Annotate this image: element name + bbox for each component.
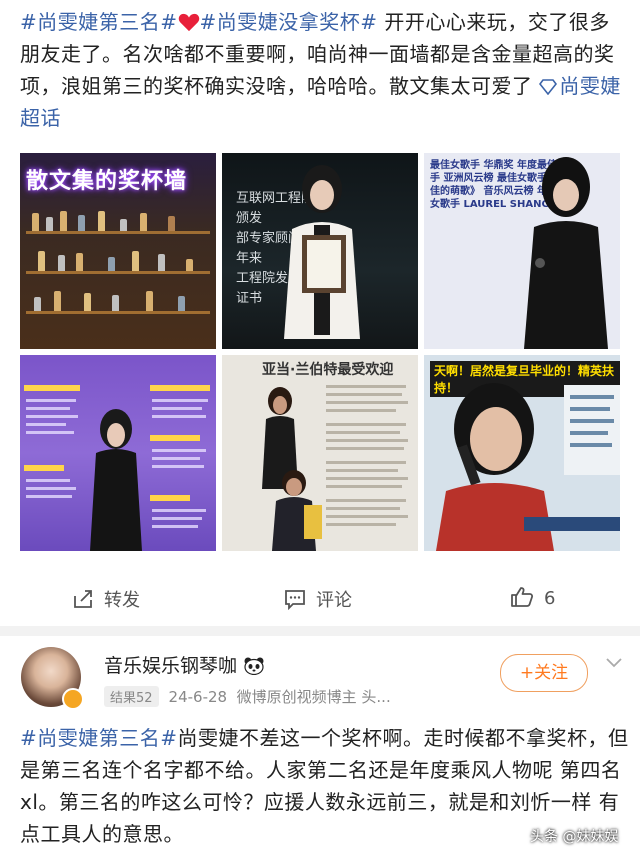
newspaper-headline: 亚当·兰伯特最受欢迎 (262, 362, 394, 378)
trophy-row (28, 209, 208, 231)
section-divider (0, 626, 640, 636)
image-newspaper[interactable]: 亚当·兰伯特最受欢迎 (222, 355, 418, 551)
reply-hashtag[interactable]: #尚雯婕第三名# (20, 726, 178, 750)
comment-button[interactable]: 评论 (284, 586, 352, 612)
username-text: 音乐娱乐钢琴咖 (104, 655, 238, 677)
image-grid: 散文集的奖杯墙 互联网工程院 颁发 部专家顾问证 年来 工程院发出 证书 最佳女… (20, 153, 620, 553)
follow-button[interactable]: +关注 (500, 654, 588, 692)
reply-meta: 结果52 24-6-28 微博原创视频博主 头... (104, 686, 391, 707)
diamond-icon (539, 79, 558, 95)
image-tv-screenshot[interactable]: 天啊！居然是复旦毕业的！精英扶持！ (424, 355, 620, 551)
poster-graphic (24, 385, 210, 551)
trophy-wall-title: 散文集的奖杯墙 (26, 169, 188, 194)
reply-username[interactable]: 音乐娱乐钢琴咖 (104, 651, 265, 678)
panda-icon (244, 657, 264, 675)
tv-graphic (436, 383, 620, 551)
watermark: 头条 @妹妹娱 (530, 829, 619, 845)
person-singer (524, 157, 608, 349)
comment-label: 评论 (316, 590, 352, 611)
like-count: 6 (544, 588, 556, 609)
repost-button[interactable]: 转发 (72, 586, 140, 612)
newspaper-graphic (262, 385, 408, 551)
person-with-certificate (284, 165, 360, 339)
post-action-bar: 转发 评论 6 (0, 570, 640, 626)
image-trophy-wall[interactable]: 散文集的奖杯墙 (20, 153, 216, 349)
comment-icon (285, 590, 305, 611)
hashtag-2[interactable]: #尚雯婕没拿奖杯# (200, 10, 378, 34)
trophy-row (28, 249, 208, 271)
image-awards-collage[interactable]: 最佳女歌手 华鼎奖 年度最佳女歌手 亚洲风云榜 最佳女歌手 《最佳的萌歌》 音乐… (424, 153, 620, 349)
trophy-row (28, 289, 208, 311)
heart-icon (178, 13, 199, 32)
chevron-down-icon[interactable] (604, 655, 624, 669)
reply-user-desc: 微博原创视频博主 头... (236, 688, 391, 706)
verified-badge-icon (62, 688, 84, 710)
post-text: #尚雯婕第三名# #尚雯婕没拿奖杯# 开开心心来玩，交了很多朋友走了。名次啥都不重… (20, 6, 626, 134)
image-profile-poster[interactable] (20, 355, 216, 551)
image-certificate[interactable]: 互联网工程院 颁发 部专家顾问证 年来 工程院发出 证书 (222, 153, 418, 349)
repost-label: 转发 (104, 590, 140, 611)
thumbs-up-icon (511, 587, 534, 607)
hashtag-1[interactable]: #尚雯婕第三名# (20, 10, 178, 34)
user-level-badge: 结果52 (104, 686, 159, 707)
share-icon (74, 590, 92, 608)
reply-date: 24-6-28 (168, 688, 228, 706)
like-button[interactable]: 6 (510, 586, 555, 609)
